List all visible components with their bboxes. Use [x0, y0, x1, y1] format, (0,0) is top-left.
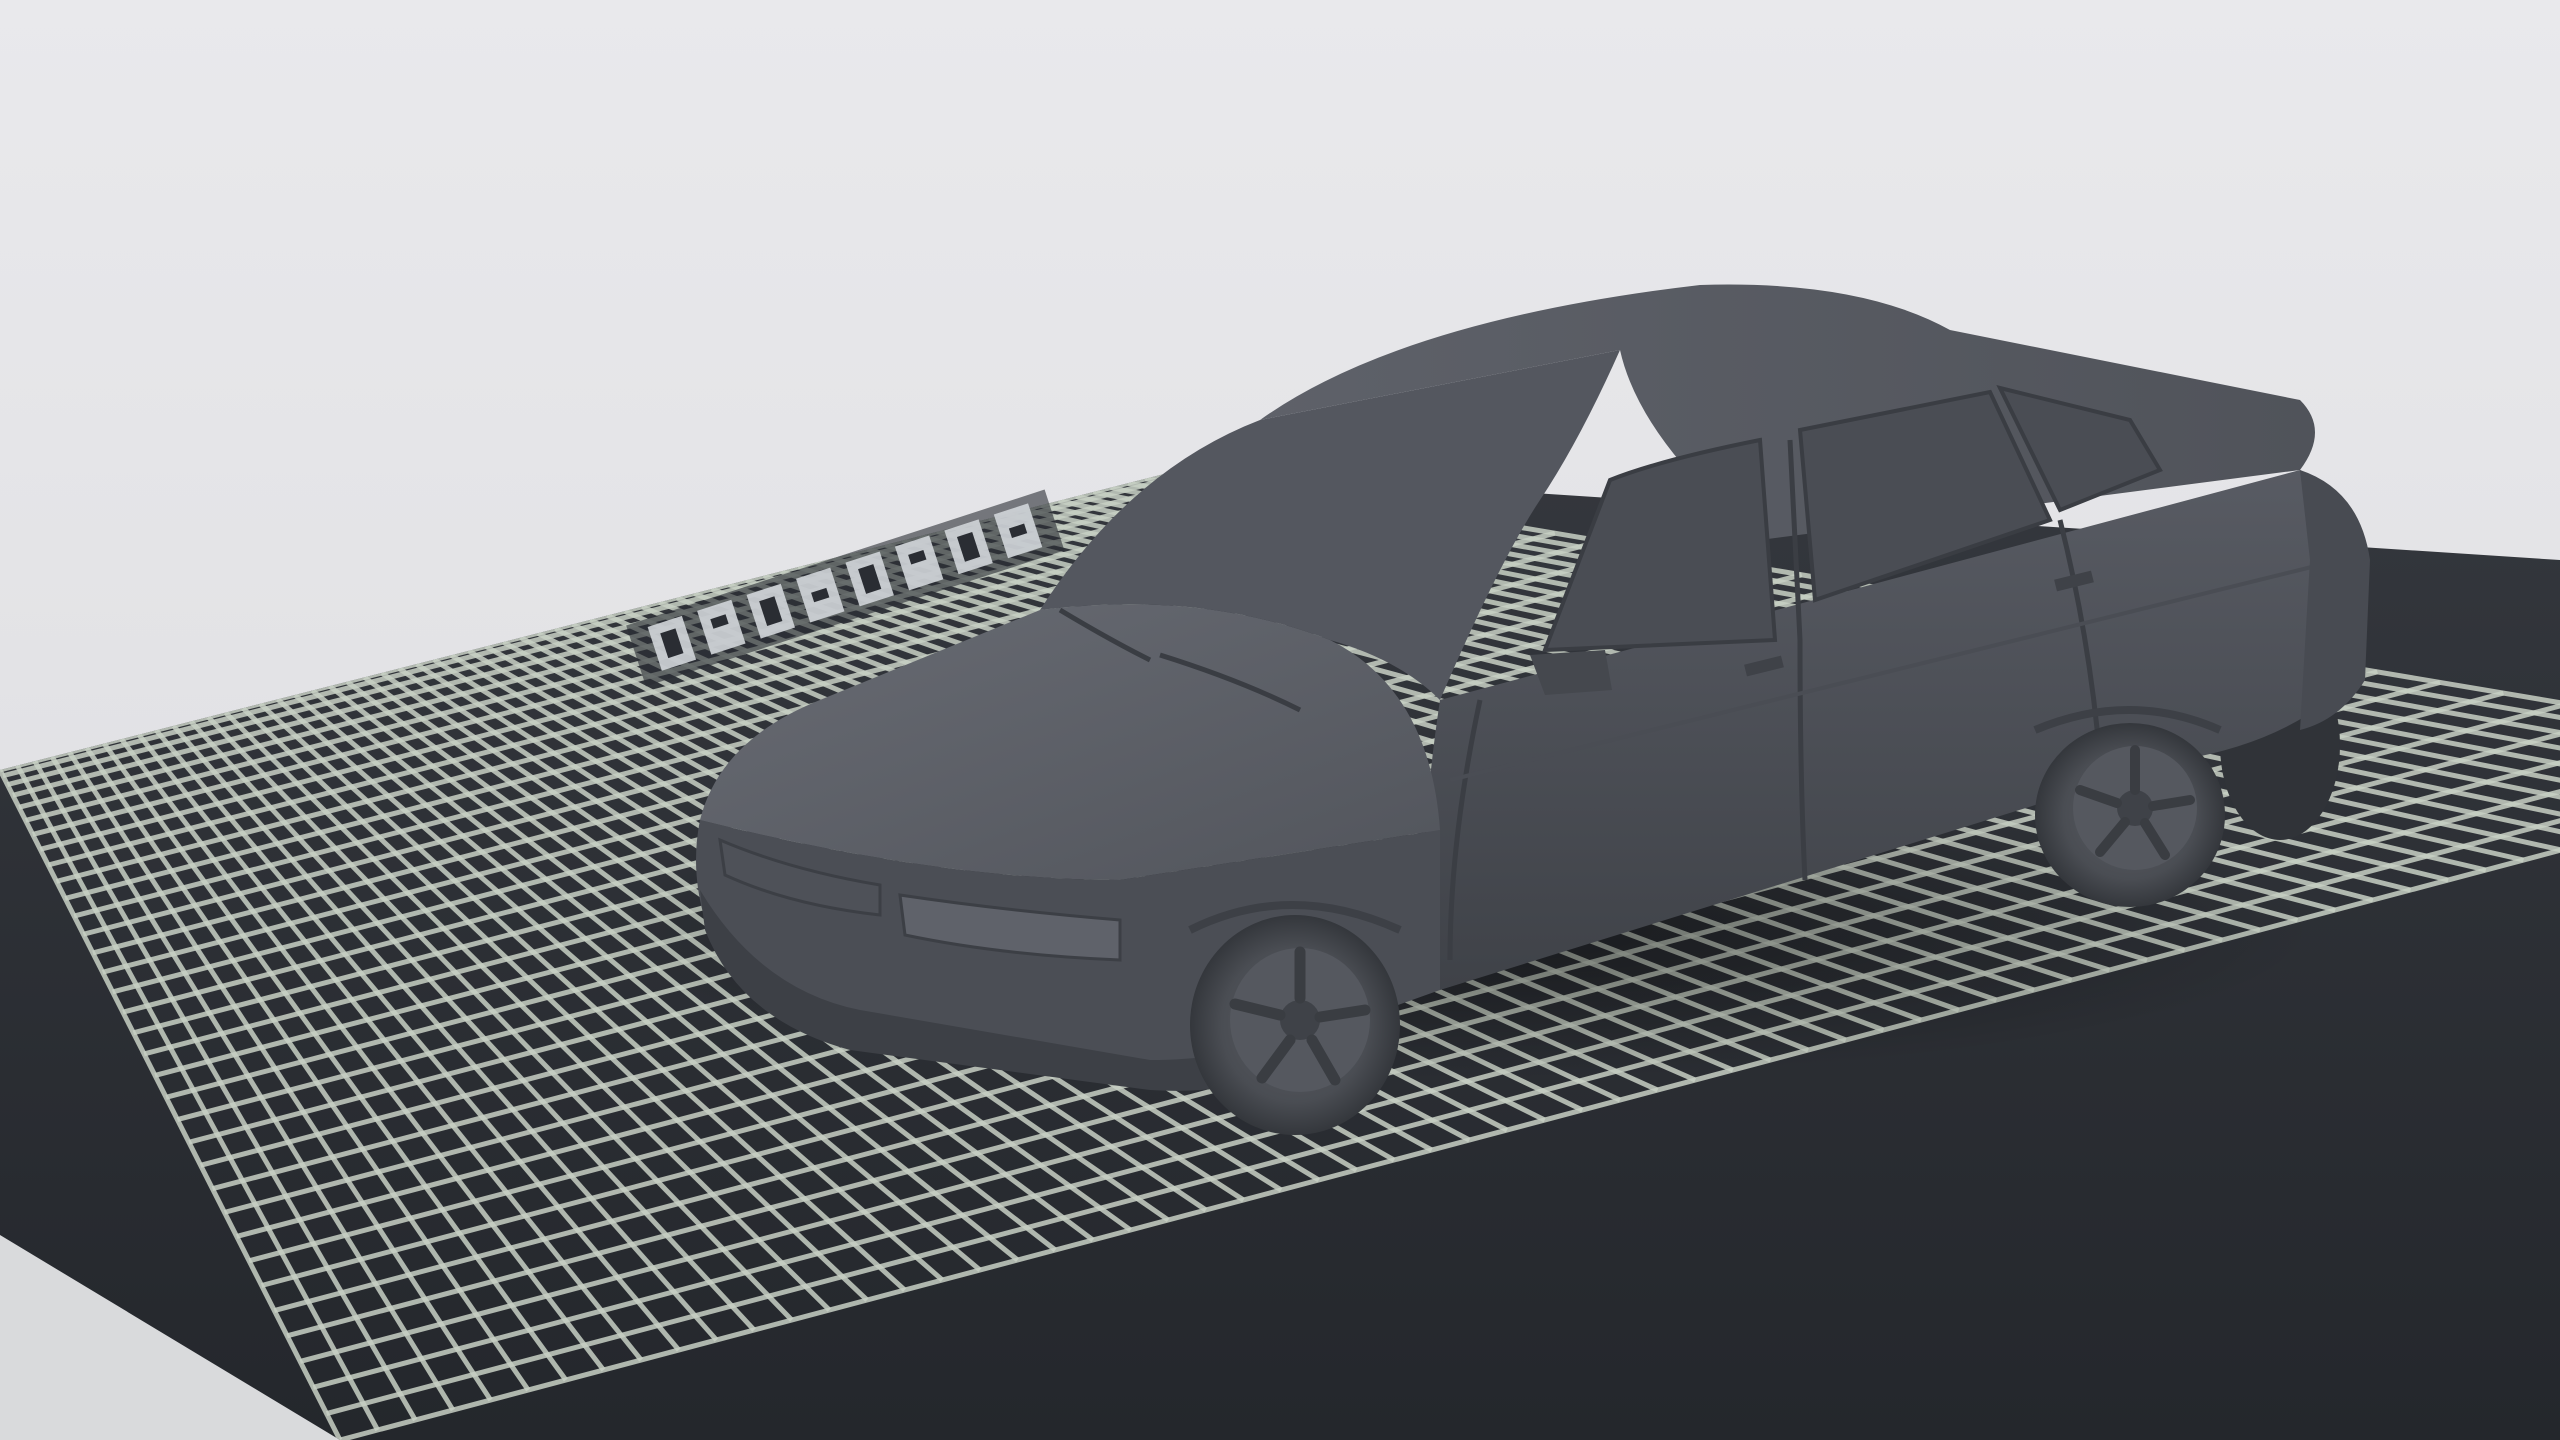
- front-wheel: [1190, 915, 1400, 1135]
- rear-wheel: [2035, 723, 2225, 907]
- 3d-viewport[interactable]: [0, 0, 2560, 1440]
- 3d-scene[interactable]: [0, 0, 2560, 1440]
